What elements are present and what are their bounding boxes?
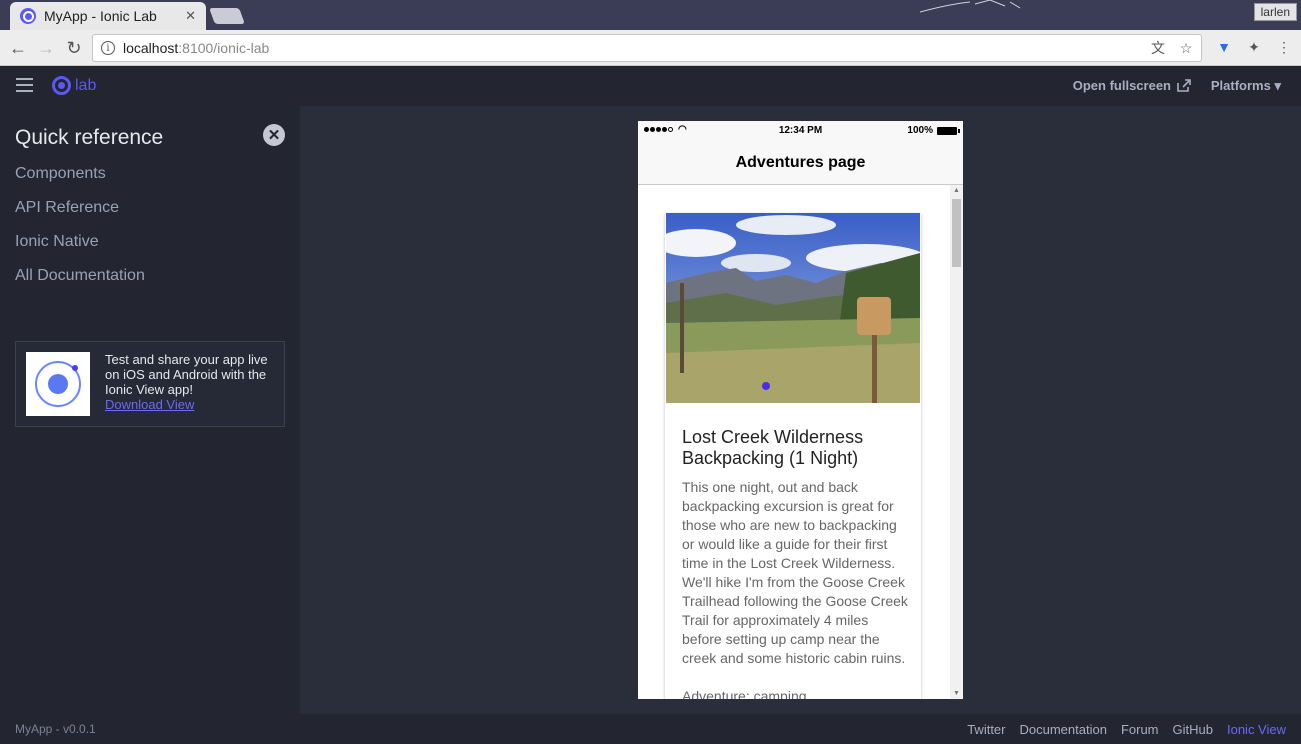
sidebar-link-components[interactable]: Components — [15, 165, 106, 183]
ionic-view-icon — [35, 361, 81, 407]
extension-bird-icon[interactable]: ✦ — [1245, 38, 1263, 56]
page-title: Adventures page — [638, 141, 963, 185]
promo-description: Test and share your app live on iOS and … — [105, 352, 268, 397]
footer-link-twitter[interactable]: Twitter — [967, 722, 1005, 737]
chevron-down-icon: ▾ — [1274, 78, 1281, 93]
battery-icon — [937, 126, 960, 135]
page-content[interactable]: Lost Creek Wilderness Backpacking (1 Nig… — [638, 185, 963, 699]
scrollbar[interactable]: ▲ ▼ — [950, 185, 963, 699]
open-fullscreen-button[interactable]: Open fullscreen — [1073, 78, 1191, 93]
forward-icon[interactable]: → — [35, 37, 57, 59]
lab-header: lab Open fullscreen Platforms ▾ — [0, 66, 1301, 106]
browser-tab[interactable]: MyApp - Ionic Lab ✕ — [10, 2, 206, 30]
browser-tabbar: MyApp - Ionic Lab ✕ larlen — [0, 0, 1301, 30]
extension-shield-icon[interactable]: ▼ — [1215, 38, 1233, 56]
footer-link-forum[interactable]: Forum — [1121, 722, 1159, 737]
close-icon[interactable]: ✕ — [263, 124, 285, 146]
footer-link-ionic-view[interactable]: Ionic View — [1227, 722, 1286, 737]
promo-text: Test and share your app live on iOS and … — [105, 352, 280, 412]
download-view-link[interactable]: Download View — [105, 397, 280, 412]
ionic-view-promo: Test and share your app live on iOS and … — [15, 341, 285, 427]
profile-badge[interactable]: larlen — [1253, 3, 1297, 21]
battery-indicator: 100% — [907, 125, 960, 136]
browser-toolbar: ← → ↻ i localhost :8100/ionic-lab 文 ☆ ▼ … — [0, 30, 1301, 66]
card-type: Adventure: camping — [682, 688, 807, 699]
adventure-card[interactable]: Lost Creek Wilderness Backpacking (1 Nig… — [665, 213, 921, 699]
quick-reference-sidebar: Quick reference ✕ Components API Referen… — [0, 106, 300, 714]
open-fullscreen-label: Open fullscreen — [1072, 78, 1171, 93]
sidebar-title: Quick reference — [15, 126, 164, 149]
menu-icon[interactable] — [16, 78, 33, 92]
footer-links: Twitter Documentation Forum GitHub Ionic… — [967, 722, 1286, 737]
ios-status-bar: ◠ 12:34 PM 100% — [638, 121, 963, 141]
new-tab-button[interactable] — [209, 8, 245, 24]
scroll-down-icon[interactable]: ▼ — [953, 690, 960, 697]
external-link-icon — [1177, 79, 1191, 92]
back-icon[interactable]: ← — [7, 37, 29, 59]
browser-menu-icon[interactable]: ⋮ — [1275, 38, 1293, 56]
footer-link-documentation[interactable]: Documentation — [1020, 722, 1107, 737]
ionic-view-logo — [26, 352, 90, 416]
tab-close-icon[interactable]: ✕ — [185, 8, 196, 24]
ionic-logo-icon — [52, 76, 71, 95]
tab-title: MyApp - Ionic Lab — [44, 8, 157, 24]
sidebar-link-api-reference[interactable]: API Reference — [15, 199, 119, 217]
footer-link-github[interactable]: GitHub — [1173, 722, 1213, 737]
battery-percent: 100% — [907, 125, 933, 136]
ionic-favicon-icon — [20, 8, 36, 24]
theme-decoration — [920, 0, 1021, 13]
lab-footer: MyApp - v0.0.1 Twitter Documentation For… — [0, 714, 1301, 744]
reload-icon[interactable]: ↻ — [63, 37, 85, 59]
sidebar-link-ionic-native[interactable]: Ionic Native — [15, 233, 99, 251]
platforms-label: Platforms — [1210, 78, 1271, 93]
bookmark-star-icon[interactable]: ☆ — [1177, 39, 1195, 57]
lab-logo-text: lab — [75, 76, 97, 94]
translate-icon[interactable]: 文 — [1149, 39, 1167, 57]
ios-device-preview: ◠ 12:34 PM 100% Adventures page Lost Cre… — [638, 121, 963, 699]
card-description: This one night, out and back backpacking… — [682, 479, 908, 666]
address-bar-input[interactable]: i localhost :8100/ionic-lab 文 ☆ — [92, 34, 1202, 62]
scroll-up-icon[interactable]: ▲ — [953, 187, 960, 194]
platforms-dropdown[interactable]: Platforms ▾ — [1211, 78, 1281, 94]
sidebar-link-all-documentation[interactable]: All Documentation — [15, 267, 145, 285]
card-title: Lost Creek Wilderness Backpacking (1 Nig… — [682, 427, 864, 468]
scroll-thumb[interactable] — [952, 199, 961, 267]
lab-logo: lab — [52, 76, 96, 95]
site-info-icon[interactable]: i — [101, 41, 115, 55]
app-version: MyApp - v0.0.1 — [15, 722, 96, 736]
url-host: localhost — [123, 40, 179, 56]
url-path: :8100/ionic-lab — [178, 40, 270, 56]
adventure-photo — [666, 213, 920, 403]
